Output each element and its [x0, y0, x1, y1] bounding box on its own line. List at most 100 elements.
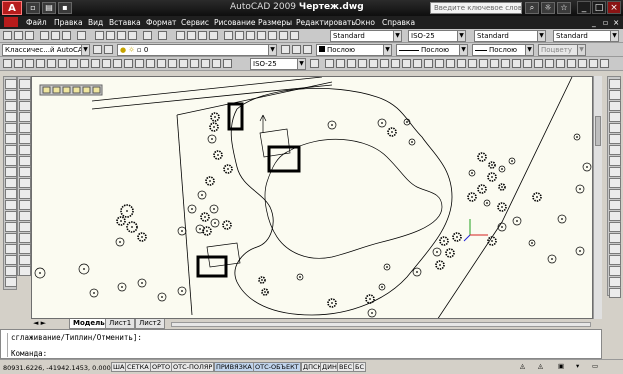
qat-open-icon[interactable]: ▤: [42, 2, 56, 14]
menu-edit[interactable]: Правка: [54, 18, 83, 27]
side-tool-icon[interactable]: [19, 167, 31, 177]
toolbar-tool-icon[interactable]: [80, 59, 89, 68]
doc-minimize-button[interactable]: _: [592, 18, 596, 27]
toolbar-tool-icon[interactable]: [14, 59, 23, 68]
side-tool-icon[interactable]: [609, 244, 621, 254]
copy-icon[interactable]: [106, 31, 115, 40]
minimize-button[interactable]: _: [577, 1, 591, 14]
layer-properties-icon[interactable]: [104, 45, 113, 54]
side-tool-icon[interactable]: [609, 277, 621, 287]
side-tool-icon[interactable]: [5, 79, 17, 89]
toolbar-tool-icon[interactable]: [336, 59, 345, 68]
side-tool-icon[interactable]: [5, 222, 17, 232]
tab-model[interactable]: Модель: [69, 319, 109, 329]
side-tool-icon[interactable]: [19, 123, 31, 133]
preview-icon[interactable]: [51, 31, 60, 40]
lwt-toggle[interactable]: ВЕС: [337, 362, 355, 372]
toolbar-tool-icon[interactable]: [402, 59, 411, 68]
side-tool-icon[interactable]: [5, 101, 17, 111]
side-tool-icon[interactable]: [19, 112, 31, 122]
side-tool-icon[interactable]: [5, 244, 17, 254]
doc-restore-button[interactable]: ▫: [603, 18, 608, 27]
grid-toggle[interactable]: СЕТКА: [125, 362, 151, 372]
toolbar-tool-icon[interactable]: [545, 59, 554, 68]
toolbar-tool-icon[interactable]: [124, 59, 133, 68]
toolbar-tool-icon[interactable]: [556, 59, 565, 68]
side-tool-icon[interactable]: [19, 200, 31, 210]
side-tool-icon[interactable]: [609, 79, 621, 89]
qat-save-icon[interactable]: ▪: [58, 2, 72, 14]
toolbar-tool-icon[interactable]: [325, 59, 334, 68]
side-tool-icon[interactable]: [5, 211, 17, 221]
toolbar-tool-icon[interactable]: [424, 59, 433, 68]
document-menu-icon[interactable]: [4, 17, 18, 27]
side-tool-icon[interactable]: [609, 189, 621, 199]
toolbar-tool-icon[interactable]: [146, 59, 155, 68]
toolbar-tool-icon[interactable]: [468, 59, 477, 68]
toolbar-tool-icon[interactable]: [47, 59, 56, 68]
cut-icon[interactable]: [95, 31, 104, 40]
toolbar-tool-icon[interactable]: [380, 59, 389, 68]
annotation-scale-icon[interactable]: ◬: [520, 362, 525, 370]
side-tool-icon[interactable]: [5, 255, 17, 265]
side-tool-icon[interactable]: [609, 288, 621, 298]
properties-icon[interactable]: [224, 31, 233, 40]
open-icon[interactable]: [14, 31, 23, 40]
menu-help[interactable]: Справка: [382, 18, 415, 27]
boundary-west[interactable]: [176, 114, 193, 316]
qp-toggle[interactable]: БС: [353, 362, 366, 372]
toolbar-tool-icon[interactable]: [457, 59, 466, 68]
toolbar-tool-icon[interactable]: [69, 59, 78, 68]
side-tool-icon[interactable]: [19, 101, 31, 111]
scroll-thumb[interactable]: [595, 116, 601, 146]
side-tool-icon[interactable]: [609, 211, 621, 221]
markup-icon[interactable]: [268, 31, 277, 40]
side-tool-icon[interactable]: [19, 134, 31, 144]
vertical-scrollbar[interactable]: [593, 76, 602, 319]
toolbar-tool-icon[interactable]: [435, 59, 444, 68]
side-tool-icon[interactable]: [5, 167, 17, 177]
redo-icon[interactable]: [158, 31, 167, 40]
toolbar-tool-icon[interactable]: [91, 59, 100, 68]
side-tool-icon[interactable]: [19, 255, 31, 265]
color-select[interactable]: Послою ▼: [316, 44, 392, 56]
menu-file[interactable]: Файл: [26, 18, 47, 27]
toolbar-tool-icon[interactable]: [135, 59, 144, 68]
side-tool-icon[interactable]: [5, 156, 17, 166]
quickcalc-icon[interactable]: [279, 31, 288, 40]
match-properties-icon[interactable]: [128, 31, 137, 40]
building-north[interactable]: [227, 102, 244, 131]
menu-format[interactable]: Формат: [146, 18, 176, 27]
communication-center-icon[interactable]: ☼: [541, 2, 555, 14]
polar-toggle[interactable]: ОТС-ПОЛЯР: [171, 362, 215, 372]
side-tool-icon[interactable]: [609, 255, 621, 265]
side-tool-icon[interactable]: [5, 233, 17, 243]
toolbar-tool-icon[interactable]: [190, 59, 199, 68]
autocad-logo-icon[interactable]: A: [2, 1, 22, 15]
toolbar-tool-icon[interactable]: [501, 59, 510, 68]
horizontal-scrollbar[interactable]: [171, 322, 591, 327]
command-prompt[interactable]: Команда:: [11, 349, 47, 358]
side-tool-icon[interactable]: [5, 189, 17, 199]
help-search-input[interactable]: Введите ключевое слово или фр: [430, 2, 522, 14]
toolbar-tool-icon[interactable]: [168, 59, 177, 68]
tab-sheet2[interactable]: Лист2: [135, 319, 166, 329]
dim-style-select-2[interactable]: ISO-25 ▼: [250, 58, 306, 70]
tab-sheet1[interactable]: Лист1: [105, 319, 136, 329]
side-tool-icon[interactable]: [5, 277, 17, 287]
maximize-button[interactable]: □: [592, 1, 606, 14]
side-tool-icon[interactable]: [609, 90, 621, 100]
trees-layer[interactable]: [34, 112, 592, 318]
drawing-area[interactable]: [31, 76, 593, 319]
side-tool-icon[interactable]: [5, 90, 17, 100]
save-icon[interactable]: [25, 31, 34, 40]
side-tool-icon[interactable]: [609, 233, 621, 243]
menu-modify[interactable]: Редактировать: [296, 18, 356, 27]
toolbar-tool-icon[interactable]: [58, 59, 67, 68]
tab-nav-arrows-icon[interactable]: ◄ ►: [33, 319, 46, 327]
toolbar-tool-icon[interactable]: [179, 59, 188, 68]
side-tool-icon[interactable]: [609, 134, 621, 144]
toolbar-tool-icon[interactable]: [446, 59, 455, 68]
toolbar-tool-icon[interactable]: [347, 59, 356, 68]
side-tool-icon[interactable]: [5, 178, 17, 188]
